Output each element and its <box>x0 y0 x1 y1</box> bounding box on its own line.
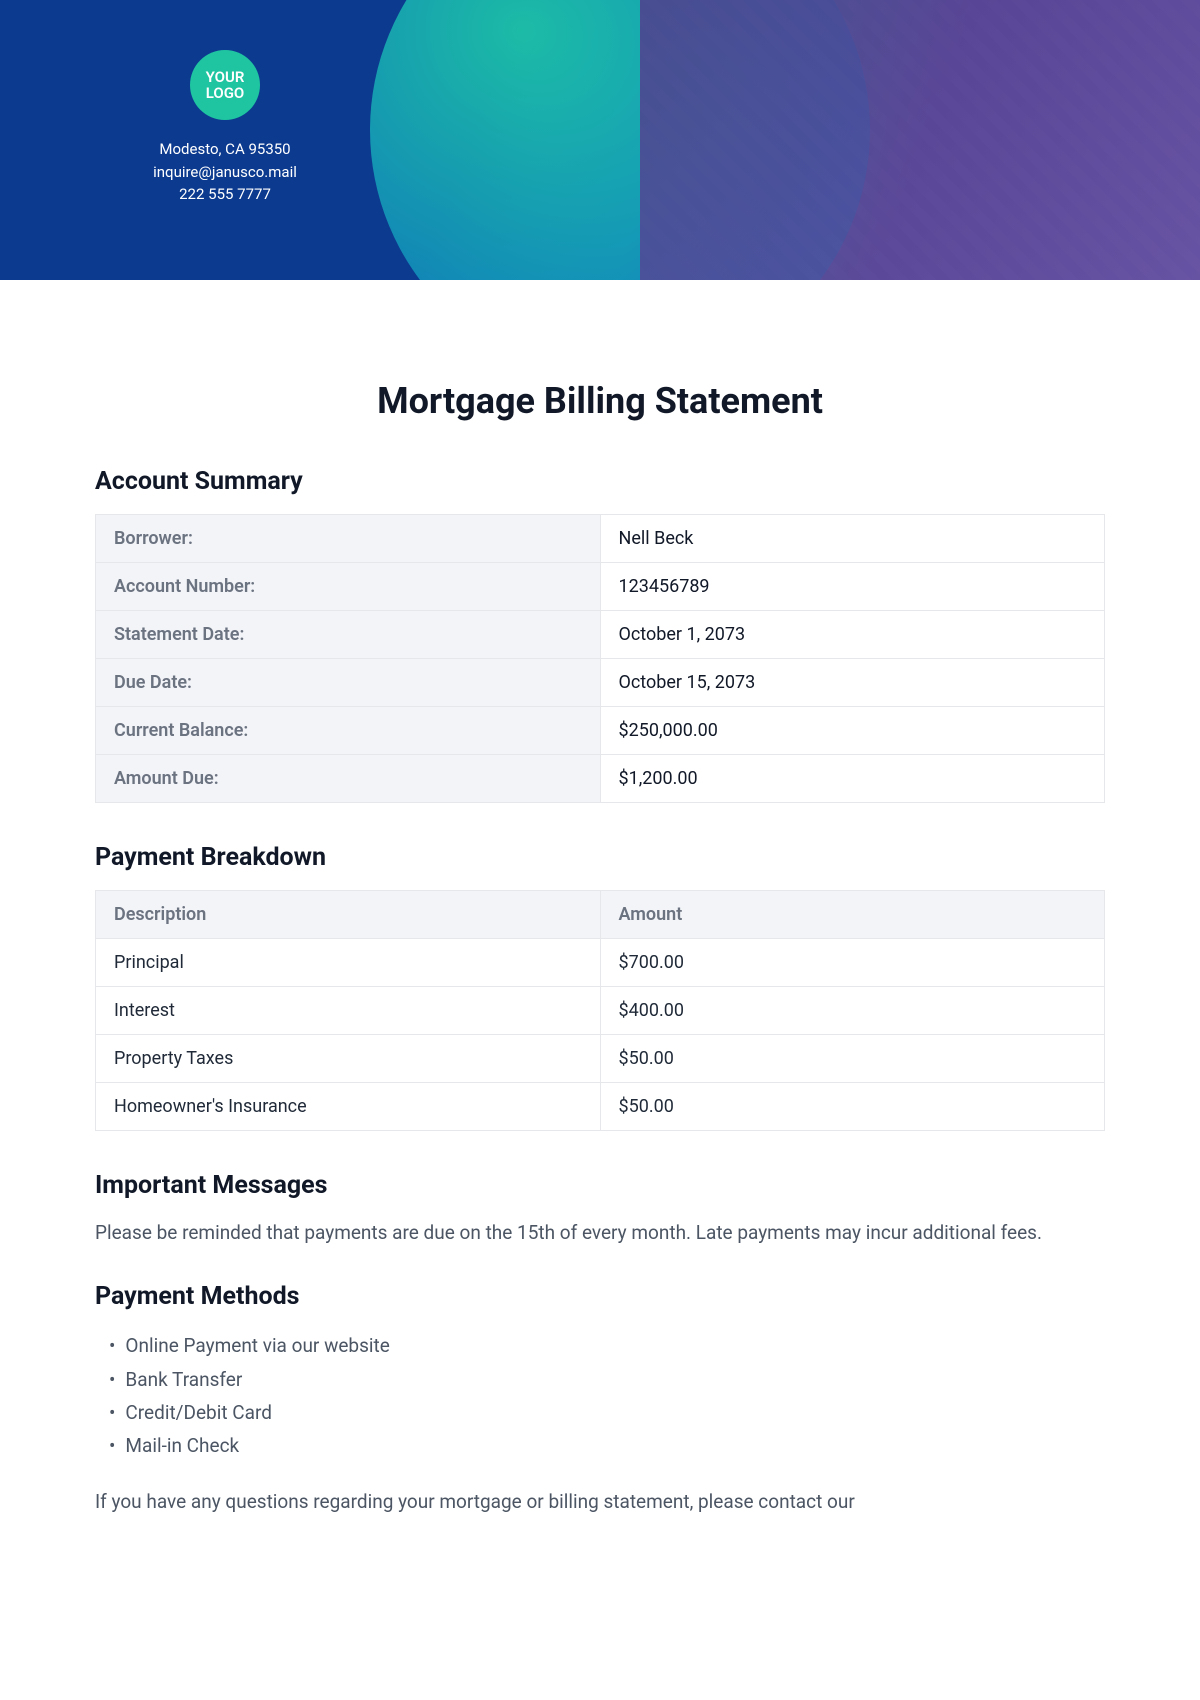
list-item: Credit/Debit Card <box>109 1396 1105 1429</box>
table-row: Account Number:123456789 <box>96 563 1105 611</box>
payment-methods-list: Online Payment via our websiteBank Trans… <box>95 1329 1105 1462</box>
summary-label: Amount Due: <box>96 755 601 803</box>
table-row: Principal$700.00 <box>96 939 1105 987</box>
list-item: Online Payment via our website <box>109 1329 1105 1362</box>
breakdown-description: Principal <box>96 939 601 987</box>
breakdown-amount: $50.00 <box>600 1083 1105 1131</box>
breakdown-amount: $400.00 <box>600 987 1105 1035</box>
company-address: Modesto, CA 95350 <box>150 138 300 161</box>
summary-label: Current Balance: <box>96 707 601 755</box>
breakdown-description: Homeowner's Insurance <box>96 1083 601 1131</box>
table-row: Amount Due:$1,200.00 <box>96 755 1105 803</box>
logo-text: YOUR LOGO <box>190 69 260 102</box>
summary-value: October 15, 2073 <box>600 659 1105 707</box>
breakdown-description: Property Taxes <box>96 1035 601 1083</box>
table-row: Statement Date:October 1, 2073 <box>96 611 1105 659</box>
payment-breakdown-table: Description Amount Principal$700.00Inter… <box>95 890 1105 1131</box>
col-description: Description <box>96 891 601 939</box>
document-body: Mortgage Billing Statement Account Summa… <box>0 280 1200 1592</box>
summary-label: Statement Date: <box>96 611 601 659</box>
important-messages-text: Please be reminded that payments are due… <box>95 1218 1105 1247</box>
breakdown-description: Interest <box>96 987 601 1035</box>
company-email: inquire@janusco.mail <box>150 161 300 184</box>
table-row: Homeowner's Insurance$50.00 <box>96 1083 1105 1131</box>
breakdown-amount: $50.00 <box>600 1035 1105 1083</box>
table-row: Current Balance:$250,000.00 <box>96 707 1105 755</box>
document-title: Mortgage Billing Statement <box>95 380 1105 422</box>
table-row: Borrower:Nell Beck <box>96 515 1105 563</box>
table-row: Property Taxes$50.00 <box>96 1035 1105 1083</box>
important-messages-heading: Important Messages <box>95 1171 1105 1200</box>
list-item: Mail-in Check <box>109 1429 1105 1462</box>
document-header: YOUR LOGO Modesto, CA 95350 inquire@janu… <box>0 0 1200 280</box>
list-item: Bank Transfer <box>109 1363 1105 1396</box>
table-row: Interest$400.00 <box>96 987 1105 1035</box>
logo-placeholder: YOUR LOGO <box>190 50 260 120</box>
col-amount: Amount <box>600 891 1105 939</box>
account-summary-table: Borrower:Nell BeckAccount Number:1234567… <box>95 514 1105 803</box>
company-contact: Modesto, CA 95350 inquire@janusco.mail 2… <box>150 138 300 206</box>
summary-value: 123456789 <box>600 563 1105 611</box>
summary-label: Account Number: <box>96 563 601 611</box>
table-row: Due Date:October 15, 2073 <box>96 659 1105 707</box>
payment-methods-heading: Payment Methods <box>95 1282 1105 1311</box>
summary-label: Borrower: <box>96 515 601 563</box>
summary-label: Due Date: <box>96 659 601 707</box>
footer-note-partial: If you have any questions regarding your… <box>95 1487 1105 1516</box>
company-phone: 222 555 7777 <box>150 183 300 206</box>
breakdown-amount: $700.00 <box>600 939 1105 987</box>
summary-value: $1,200.00 <box>600 755 1105 803</box>
payment-breakdown-heading: Payment Breakdown <box>95 843 1105 872</box>
summary-value: $250,000.00 <box>600 707 1105 755</box>
header-company-block: YOUR LOGO Modesto, CA 95350 inquire@janu… <box>0 0 300 206</box>
summary-value: October 1, 2073 <box>600 611 1105 659</box>
summary-value: Nell Beck <box>600 515 1105 563</box>
account-summary-heading: Account Summary <box>95 467 1105 496</box>
